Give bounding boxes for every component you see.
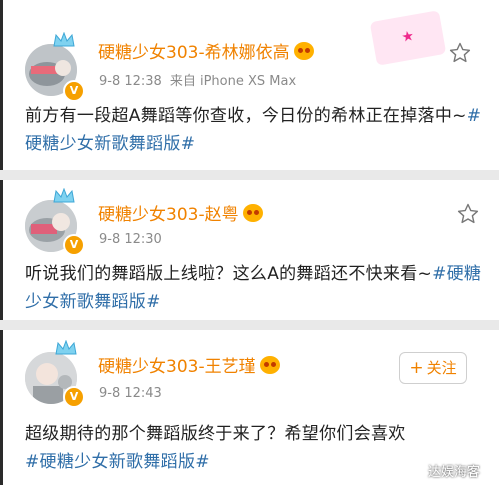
author-name-text[interactable]: 硬糖少女303-赵粤 (98, 205, 239, 225)
post-text-content: 超级期待的那个舞蹈版终于来了？希望你们会喜欢 (25, 424, 406, 444)
watermark: 达娱海客 (428, 465, 481, 480)
post-separator (0, 170, 499, 180)
author-name-text[interactable]: 硬糖少女303-希林娜依高 (98, 43, 290, 63)
follow-button[interactable]: + 关注 (399, 352, 467, 384)
decorative-sticker: ★ (369, 10, 447, 66)
post-text: 超级期待的那个舞蹈版终于来了？希望你们会喜欢 #硬糖少女新歌舞蹈版# (25, 420, 495, 476)
post-text: 前方有一段超A舞蹈等你查收，今日份的希林正在掉落中~#硬糖少女新歌舞蹈版# (25, 102, 495, 158)
plus-icon: + (409, 358, 424, 378)
star-icon[interactable] (456, 202, 480, 226)
author-name-text[interactable]: 硬糖少女303-王艺瑾 (98, 357, 256, 377)
post-date: 9-8 12:38 (99, 74, 162, 89)
verified-badge: V (63, 234, 85, 256)
weibo-post-1: V 硬糖少女303-希林娜依高 9-8 12:38 来自 iPhone XS Ma… (0, 0, 499, 172)
post-text-content: 前方有一段超A舞蹈等你查收，今日份的希林正在掉落中~ (25, 106, 467, 126)
crown-icon (53, 31, 75, 52)
member-level-icon (259, 356, 280, 374)
author-name[interactable]: 硬糖少女303-希林娜依高 (98, 38, 314, 63)
post-text: 听说我们的舞蹈版上线啦？这么A的舞蹈还不快来看~#硬糖少女新歌舞蹈版# (25, 260, 495, 316)
member-level-icon (293, 42, 314, 60)
crown-icon (55, 339, 77, 360)
follow-button-label: 关注 (426, 359, 457, 377)
hashtag-link[interactable]: #硬糖少女新歌舞蹈版# (25, 452, 210, 472)
post-meta: 9-8 12:30 (99, 232, 162, 247)
verified-badge: V (63, 80, 85, 102)
post-separator (0, 320, 499, 330)
post-date: 9-8 12:30 (99, 232, 162, 247)
crown-icon (53, 187, 75, 208)
author-name[interactable]: 硬糖少女303-赵粤 (98, 200, 263, 225)
star-icon[interactable] (448, 41, 472, 65)
post-date: 9-8 12:43 (99, 386, 162, 401)
post-text-content: 听说我们的舞蹈版上线啦？这么A的舞蹈还不快来看~ (25, 264, 433, 284)
post-meta: 9-8 12:43 (99, 386, 162, 401)
author-name[interactable]: 硬糖少女303-王艺瑾 (98, 352, 280, 377)
post-meta: 9-8 12:38 来自 iPhone XS Max (99, 70, 296, 89)
verified-badge: V (63, 386, 85, 408)
weibo-post-2: V 硬糖少女303-赵粤 9-8 12:30 听说我们的舞蹈版上线啦？这么A的舞… (0, 180, 499, 320)
post-source: 来自 iPhone XS Max (169, 74, 297, 89)
member-level-icon (242, 204, 263, 222)
